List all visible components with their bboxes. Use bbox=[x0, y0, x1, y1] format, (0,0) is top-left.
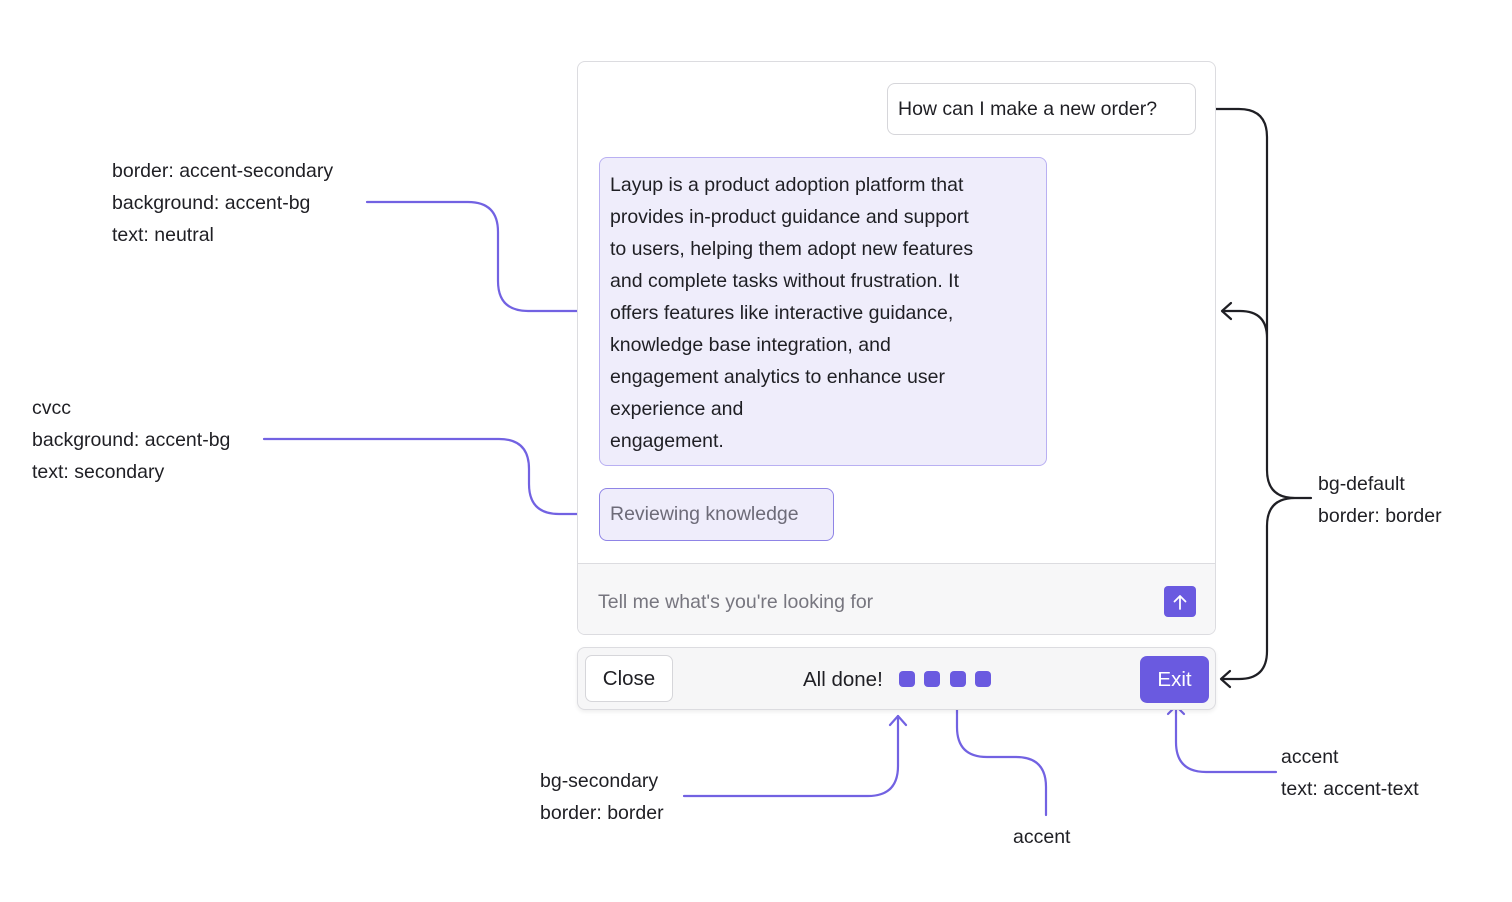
answer-line: Layup is a product adoption platform tha… bbox=[610, 174, 964, 196]
annotation-line: background: accent-bg bbox=[32, 429, 231, 451]
annotation-line: bg-default bbox=[1318, 473, 1405, 495]
send-button[interactable] bbox=[1164, 586, 1196, 617]
progress-dot bbox=[924, 671, 940, 687]
connector-footer-bar bbox=[682, 714, 900, 798]
progress-label: All done! bbox=[803, 668, 883, 691]
annotation-line: bg-secondary bbox=[540, 770, 659, 792]
annotation-line: border: accent-secondary bbox=[112, 160, 334, 182]
close-button[interactable]: Close bbox=[585, 655, 673, 702]
answer-line: and complete tasks without frustration. … bbox=[610, 270, 960, 292]
exit-button[interactable]: Exit bbox=[1140, 656, 1209, 703]
annotation-line: cvcc bbox=[32, 397, 71, 419]
chat-panel: How can I make a new order? Layup is a p… bbox=[577, 61, 1216, 635]
progress-dot bbox=[975, 671, 991, 687]
annotation-status-bubble: cvcc background: accent-bg text: seconda… bbox=[32, 392, 230, 488]
annotation-line: border: border bbox=[540, 802, 664, 824]
annotation-line: background: accent-bg bbox=[112, 192, 311, 214]
connector-exit-button bbox=[1174, 704, 1278, 774]
progress-dot bbox=[899, 671, 915, 687]
progress-dot bbox=[950, 671, 966, 687]
arrow-up-icon bbox=[1173, 594, 1187, 610]
connector-status-bubble bbox=[262, 437, 594, 516]
bracket-arrowhead-middle bbox=[1220, 301, 1233, 321]
annotation-panel: bg-default border: border bbox=[1318, 468, 1442, 532]
user-message-bubble: How can I make a new order? bbox=[887, 83, 1196, 135]
annotation-line: accent bbox=[1013, 826, 1071, 848]
arrowhead-footer-bar bbox=[888, 714, 908, 727]
annotation-progress-dots: accent bbox=[1013, 821, 1070, 853]
answer-line: provides in-product guidance and support bbox=[610, 206, 969, 228]
answer-line: experience and bbox=[610, 398, 744, 420]
connector-progress-dots bbox=[955, 693, 1048, 817]
bracket-panel bbox=[1200, 107, 1313, 681]
assistant-answer-bubble: Layup is a product adoption platform tha… bbox=[599, 157, 1047, 466]
chat-input[interactable]: Tell me what's you're looking for bbox=[598, 564, 1138, 634]
answer-line: offers features like interactive guidanc… bbox=[610, 302, 954, 324]
chat-input-bar[interactable]: Tell me what's you're looking for bbox=[578, 563, 1215, 634]
annotation-answer-bubble: border: accent-secondary background: acc… bbox=[112, 155, 333, 251]
annotation-line: accent bbox=[1281, 746, 1339, 768]
bracket-arrowhead-bottom bbox=[1219, 669, 1232, 689]
answer-line: to users, helping them adopt new feature… bbox=[610, 238, 974, 260]
status-bubble: Reviewing knowledge bbox=[599, 488, 834, 541]
annotation-exit-button: accent text: accent-text bbox=[1281, 741, 1419, 805]
answer-line: engagement. bbox=[610, 430, 724, 452]
connector-answer-bubble bbox=[365, 200, 594, 313]
annotation-line: text: secondary bbox=[32, 461, 165, 483]
footer-bar: Close All done! Exit bbox=[577, 647, 1216, 710]
answer-line: engagement analytics to enhance user bbox=[610, 366, 945, 388]
annotation-line: border: border bbox=[1318, 505, 1442, 527]
annotation-line: text: neutral bbox=[112, 224, 214, 246]
annotation-line: text: accent-text bbox=[1281, 778, 1419, 800]
answer-line: knowledge base integration, and bbox=[610, 334, 891, 356]
annotation-footer-bar: bg-secondary border: border bbox=[540, 765, 664, 829]
